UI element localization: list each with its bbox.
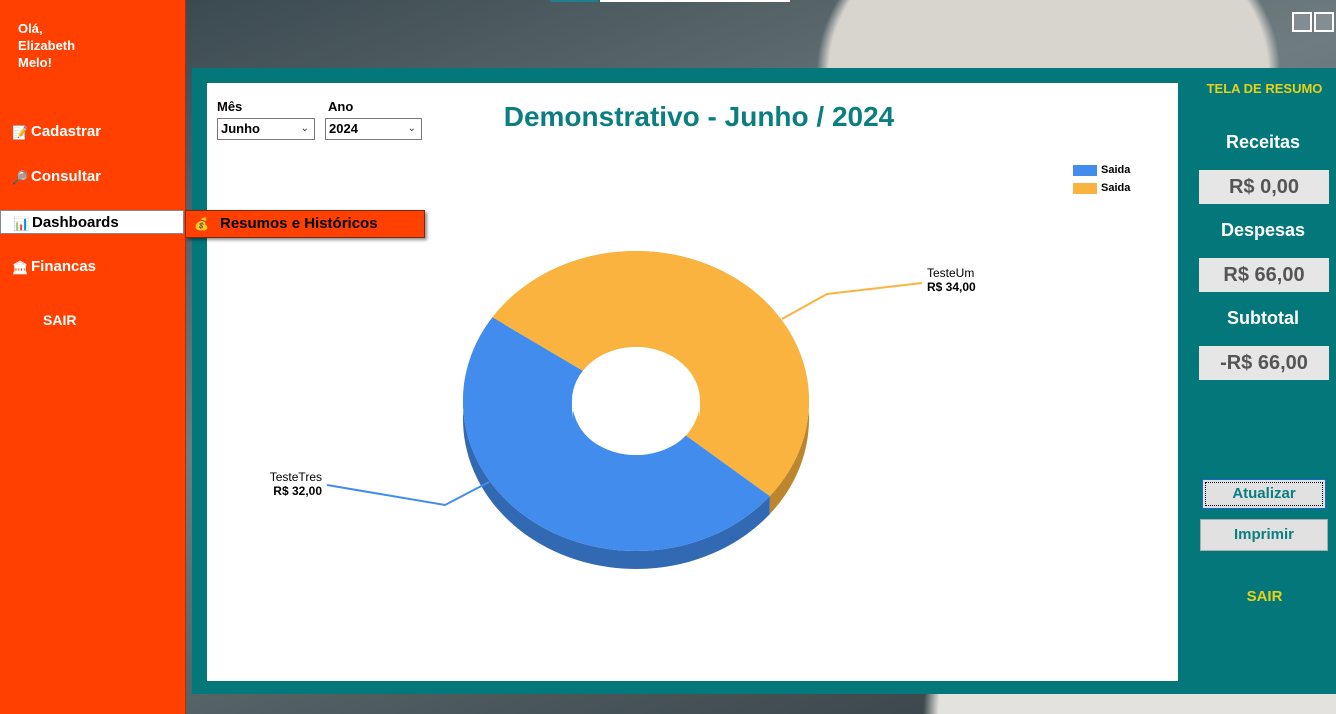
expenses-value: R$ 66,00 <box>1199 258 1329 292</box>
doughnut-hole-center <box>574 359 698 455</box>
revenue-value: R$ 0,00 <box>1199 170 1329 204</box>
restore-window-icon[interactable] <box>1290 10 1336 32</box>
coins-icon: 💰 <box>194 217 209 231</box>
sidebar: Olá, Elizabeth Melo! 📝 Cadastrar 🔎 Consult… <box>0 0 186 714</box>
greeting-line: Melo! <box>18 55 52 70</box>
greeting-line: Elizabeth <box>18 38 76 53</box>
refresh-button[interactable]: Atualizar <box>1202 479 1326 509</box>
submenu-item-resumos[interactable]: 💰 Resumos e Históricos <box>185 210 425 238</box>
exit-button[interactable]: SAIR <box>1192 588 1336 605</box>
subtotal-value: -R$ 66,00 <box>1199 346 1329 380</box>
sidebar-item-dashboards[interactable]: 📊 Dashboards <box>0 210 184 234</box>
sidebar-item-financas[interactable]: 🏛 Financas <box>0 255 184 279</box>
search-list-icon: 🔎 <box>12 170 29 185</box>
user-greeting: Olá, Elizabeth Melo! <box>18 20 75 71</box>
sidebar-item-consultar[interactable]: 🔎 Consultar <box>0 165 184 189</box>
slice-value-label: R$ 34,00 <box>927 280 976 294</box>
leader-line <box>326 481 490 507</box>
chart-area: Mês Junho ⌄ Ano 2024 ⌄ Demonstrativo - J… <box>207 83 1178 681</box>
sidebar-item-label: Dashboards <box>32 214 119 231</box>
sidebar-item-label: Cadastrar <box>31 123 102 140</box>
chart-icon: 📊 <box>13 216 30 231</box>
submenu-item-label: Resumos e Históricos <box>220 215 378 232</box>
background-strip <box>600 0 790 2</box>
greeting-line: Olá, <box>18 21 43 36</box>
main-panel: Mês Junho ⌄ Ano 2024 ⌄ Demonstrativo - J… <box>192 68 1336 694</box>
slice-label: TesteUm <box>927 266 974 280</box>
print-button[interactable]: Imprimir <box>1200 519 1328 551</box>
slice-value-label: R$ 32,00 <box>273 484 322 498</box>
doughnut-chart: TesteUmR$ 34,00 TesteTresR$ 32,00 <box>270 250 976 569</box>
sidebar-item-label: Consultar <box>31 168 102 185</box>
expenses-label: Despesas <box>1220 220 1306 240</box>
register-icon: 📝 <box>12 125 29 140</box>
summary-title: TELA DE RESUMO <box>1206 81 1323 96</box>
leader-line <box>781 282 923 320</box>
slice-label: TesteTres <box>270 470 322 484</box>
sidebar-exit-button[interactable]: SAIR <box>43 312 76 328</box>
sidebar-item-label: Financas <box>31 258 97 275</box>
background-strip <box>550 0 598 2</box>
bank-icon: 🏛 <box>12 260 29 275</box>
sidebar-item-cadastrar[interactable]: 📝 Cadastrar <box>0 120 184 144</box>
revenue-label: Receitas <box>1225 132 1301 152</box>
subtotal-label: Subtotal <box>1227 308 1299 328</box>
